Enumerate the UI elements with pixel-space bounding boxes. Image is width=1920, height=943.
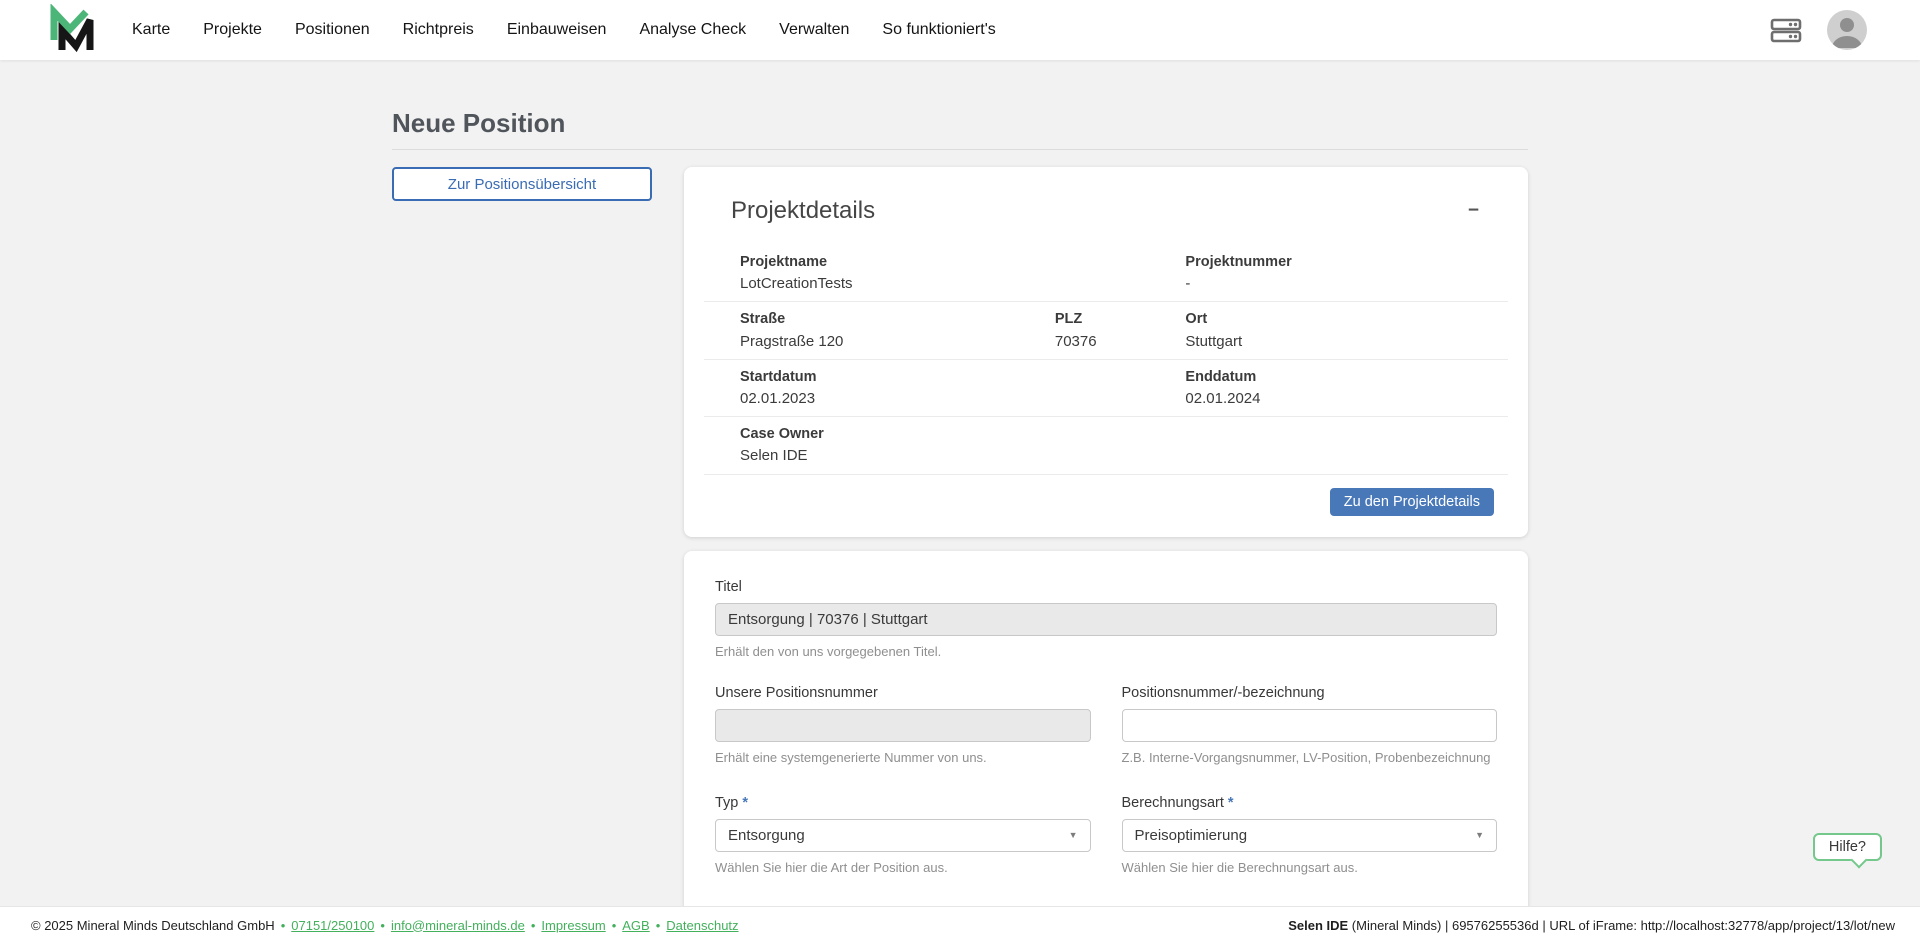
berechnungsart-select[interactable]: Preisoptimierung ▼: [1122, 819, 1498, 852]
help-button[interactable]: Hilfe?: [1813, 833, 1882, 861]
heading-divider: [392, 149, 1528, 150]
strasse-label: Straße: [740, 310, 1055, 328]
footer: © 2025 Mineral Minds Deutschland GmbH • …: [0, 906, 1920, 943]
left-column: Zur Positionsübersicht: [392, 167, 652, 201]
bullet-separator: •: [612, 918, 617, 933]
projektname-value: LotCreationTests: [740, 274, 1185, 294]
field-unsere-positionsnummer: Unsere Positionsnummer Erhält eine syste…: [715, 685, 1091, 765]
required-asterisk: *: [742, 795, 748, 811]
session-user: Selen IDE: [1288, 918, 1348, 933]
case-owner-value: Selen IDE: [740, 446, 1185, 466]
collapse-card-icon[interactable]: −: [1464, 197, 1483, 224]
startdatum-label: Startdatum: [740, 368, 1185, 386]
bullet-separator: •: [380, 918, 385, 933]
copyright-text: © 2025 Mineral Minds Deutschland GmbH: [31, 918, 275, 933]
footer-link-impressum[interactable]: Impressum: [541, 918, 605, 933]
case-owner-label: Case Owner: [740, 425, 1185, 443]
field-typ: Typ * Entsorgung ▼ Wählen Sie hier die A…: [715, 795, 1091, 875]
field-berechnungsart: Berechnungsart * Preisoptimierung ▼ Wähl…: [1122, 795, 1498, 875]
berechnungsart-helper: Wählen Sie hier die Berechnungsart aus.: [1122, 860, 1498, 875]
row-datum: Startdatum 02.01.2023 Enddatum 02.01.202…: [704, 360, 1508, 417]
plz-label: PLZ: [1055, 310, 1186, 328]
bullet-separator: •: [281, 918, 286, 933]
new-position-form-card: Titel Erhält den von uns vorgegebenen Ti…: [684, 551, 1528, 943]
footer-link-agb[interactable]: AGB: [622, 918, 649, 933]
bullet-separator: •: [656, 918, 661, 933]
unsere-positionsnummer-helper: Erhält eine systemgenerierte Nummer von …: [715, 750, 1091, 765]
main-nav: Karte Projekte Positionen Richtpreis Ein…: [132, 21, 996, 39]
ort-value: Stuttgart: [1185, 332, 1508, 352]
nav-item-verwalten[interactable]: Verwalten: [779, 21, 849, 39]
typ-select[interactable]: Entsorgung ▼: [715, 819, 1091, 852]
enddatum-label: Enddatum: [1185, 368, 1508, 386]
positionsnummer-input[interactable]: [1122, 709, 1498, 742]
session-details: (Mineral Minds) | 69576255536d | URL of …: [1348, 918, 1895, 933]
project-details-rows: Projektname LotCreationTests Projektnumm…: [704, 245, 1508, 475]
main-content: Neue Position Zur Positionsübersicht Pro…: [392, 108, 1528, 943]
mineral-minds-logo-icon[interactable]: [46, 4, 98, 56]
nav-item-einbauweisen[interactable]: Einbauweisen: [507, 21, 607, 39]
startdatum-value: 02.01.2023: [740, 389, 1185, 409]
project-details-card: Projektdetails − Projektname LotCreation…: [684, 167, 1528, 537]
footer-links: © 2025 Mineral Minds Deutschland GmbH • …: [31, 918, 739, 933]
bullet-separator: •: [531, 918, 536, 933]
go-to-project-details-button[interactable]: Zu den Projektdetails: [1330, 488, 1494, 516]
footer-link-email[interactable]: info@mineral-minds.de: [391, 918, 525, 933]
strasse-value: Pragstraße 120: [740, 332, 1055, 352]
navbar-right: [1769, 10, 1867, 50]
titel-label: Titel: [715, 579, 1497, 595]
right-column: Projektdetails − Projektname LotCreation…: [684, 167, 1528, 943]
typ-label: Typ *: [715, 795, 1091, 811]
positionsnummer-helper: Z.B. Interne-Vorgangsnummer, LV-Position…: [1122, 750, 1498, 765]
positionsnummer-label: Positionsnummer/-bezeichnung: [1122, 685, 1498, 701]
top-navbar: Karte Projekte Positionen Richtpreis Ein…: [0, 0, 1920, 60]
field-positionsnummer: Positionsnummer/-bezeichnung Z.B. Intern…: [1122, 685, 1498, 765]
nav-item-projekte[interactable]: Projekte: [203, 21, 262, 39]
chevron-down-icon: ▼: [1475, 830, 1484, 840]
berechnungsart-label: Berechnungsart *: [1122, 795, 1498, 811]
nav-item-analyse-check[interactable]: Analyse Check: [639, 21, 746, 39]
row-projektname: Projektname LotCreationTests Projektnumm…: [704, 245, 1508, 302]
typ-helper: Wählen Sie hier die Art der Position aus…: [715, 860, 1091, 875]
projektnummer-value: -: [1185, 274, 1508, 294]
page-title: Neue Position: [392, 108, 1528, 139]
unsere-positionsnummer-input: [715, 709, 1091, 742]
row-case-owner: Case Owner Selen IDE: [704, 417, 1508, 474]
titel-helper: Erhält den von uns vorgegebenen Titel.: [715, 644, 1497, 659]
ort-label: Ort: [1185, 310, 1508, 328]
field-titel: Titel Erhält den von uns vorgegebenen Ti…: [715, 579, 1497, 659]
projektname-label: Projektname: [740, 253, 1185, 271]
session-info: Selen IDE (Mineral Minds) | 69576255536d…: [1288, 918, 1895, 933]
user-avatar[interactable]: [1827, 10, 1867, 50]
nav-item-richtpreis[interactable]: Richtpreis: [403, 21, 474, 39]
nav-item-positionen[interactable]: Positionen: [295, 21, 370, 39]
project-card-title: Projektdetails: [731, 197, 875, 225]
row-adresse: Straße Pragstraße 120 PLZ 70376 Ort Stut…: [704, 302, 1508, 359]
footer-link-datenschutz[interactable]: Datenschutz: [666, 918, 738, 933]
server-stack-icon[interactable]: [1769, 12, 1803, 48]
nav-item-karte[interactable]: Karte: [132, 21, 170, 39]
position-overview-button[interactable]: Zur Positionsübersicht: [392, 167, 652, 201]
footer-link-phone[interactable]: 07151/250100: [291, 918, 374, 933]
plz-value: 70376: [1055, 332, 1186, 352]
typ-select-value: Entsorgung: [728, 827, 805, 844]
unsere-positionsnummer-label: Unsere Positionsnummer: [715, 685, 1091, 701]
enddatum-value: 02.01.2024: [1185, 389, 1508, 409]
projektnummer-label: Projektnummer: [1185, 253, 1508, 271]
nav-item-so-funktionierts[interactable]: So funktioniert's: [882, 21, 995, 39]
titel-input: [715, 603, 1497, 636]
berechnungsart-select-value: Preisoptimierung: [1135, 827, 1248, 844]
required-asterisk: *: [1228, 795, 1234, 811]
chevron-down-icon: ▼: [1069, 830, 1078, 840]
